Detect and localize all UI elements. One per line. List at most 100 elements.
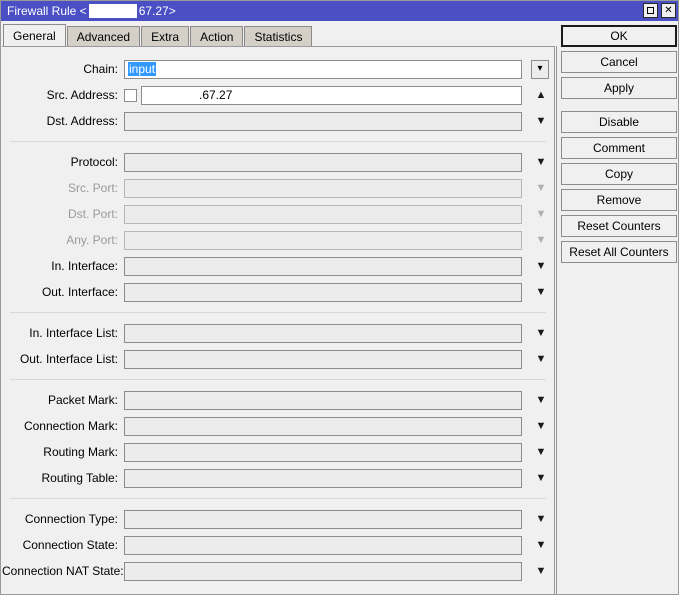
field-row-routing-table: Routing Table: ▼ <box>2 465 554 491</box>
input-chain[interactable]: input <box>124 59 522 79</box>
input-src-port <box>124 178 522 198</box>
label-dst-address: Dst. Address: <box>46 114 118 128</box>
reset-counters-button[interactable]: Reset Counters <box>561 215 677 237</box>
chevron-down-icon[interactable]: ▼ <box>533 286 549 298</box>
window-title-prefix: Firewall Rule < <box>7 4 87 18</box>
chevron-down-icon: ▼ <box>535 233 547 246</box>
field-row-dst-port: Dst. Port: ▼ <box>2 201 554 227</box>
chevron-down-icon[interactable]: ▼ <box>533 353 549 365</box>
input-src-address[interactable]: .67.27 <box>141 85 522 105</box>
input-connection-nat-state[interactable] <box>124 561 522 581</box>
chevron-down-icon: ▼ <box>535 181 547 194</box>
chevron-up-icon[interactable]: ▲ <box>533 89 549 101</box>
field-group-separator <box>10 498 546 499</box>
label-src-port: Src. Port: <box>67 181 118 195</box>
tab-general[interactable]: General <box>3 24 66 47</box>
input-out-interface-list[interactable] <box>124 349 522 369</box>
input-dst-port <box>124 204 522 224</box>
label-protocol: Protocol: <box>70 155 118 169</box>
chevron-down-icon[interactable]: ▼ <box>533 539 549 551</box>
input-protocol[interactable] <box>124 152 522 172</box>
input-connection-type[interactable] <box>124 509 522 529</box>
field-row-connection-state: Connection State: ▼ <box>2 532 554 558</box>
label-packet-mark: Packet Mark: <box>47 393 118 407</box>
field-row-in-interface: In. Interface: ▼ <box>2 253 554 279</box>
label-connection-type: Connection Type: <box>24 512 118 526</box>
copy-button[interactable]: Copy <box>561 163 677 185</box>
remove-button[interactable]: Remove <box>561 189 677 211</box>
input-packet-mark[interactable] <box>124 390 522 410</box>
disable-button[interactable]: Disable <box>561 111 677 133</box>
chevron-down-icon[interactable]: ▼ <box>533 394 549 406</box>
chevron-down-icon[interactable]: ▼ <box>533 565 549 577</box>
label-in-interface: In. Interface: <box>51 259 118 273</box>
input-any-port <box>124 230 522 250</box>
field-row-protocol: Protocol: ▼ <box>2 149 554 175</box>
redacted-address-prefix <box>145 88 199 102</box>
reset-all-counters-button[interactable]: Reset All Counters <box>561 241 677 263</box>
title-bar[interactable]: Firewall Rule < 67.27> ✕ <box>1 1 678 21</box>
chevron-down-icon[interactable]: ▼ <box>533 260 549 272</box>
label-connection-state: Connection State: <box>22 538 118 552</box>
chevron-down-icon[interactable]: ▼ <box>533 513 549 525</box>
input-connection-state[interactable] <box>124 535 522 555</box>
field-row-routing-mark: Routing Mark: ▼ <box>2 439 554 465</box>
field-row-chain: Chain: input ▾ <box>2 56 554 82</box>
label-routing-table: Routing Table: <box>41 471 119 485</box>
ok-button[interactable]: OK <box>561 25 677 47</box>
chevron-down-icon[interactable]: ▼ <box>533 156 549 168</box>
tab-action[interactable]: Action <box>190 26 244 47</box>
chevron-down-icon[interactable]: ▼ <box>533 420 549 432</box>
value-chain: input <box>128 62 157 76</box>
input-connection-mark[interactable] <box>124 416 522 436</box>
label-dst-port: Dst. Port: <box>67 207 118 221</box>
input-dst-address[interactable] <box>124 111 522 131</box>
field-row-connection-mark: Connection Mark: ▼ <box>2 413 554 439</box>
chevron-down-icon[interactable]: ▼ <box>533 115 549 127</box>
field-group-separator <box>10 141 546 142</box>
field-row-out-interface: Out. Interface: ▼ <box>2 279 554 305</box>
label-connection-mark: Connection Mark: <box>23 419 118 433</box>
label-any-port: Any. Port: <box>66 233 118 247</box>
label-connection-nat-state: Connection NAT State: <box>2 564 124 578</box>
close-icon: ✕ <box>664 4 673 16</box>
button-group-spacer <box>561 103 677 111</box>
checkbox-src-address[interactable] <box>124 88 137 102</box>
apply-button[interactable]: Apply <box>561 77 677 99</box>
tab-advanced[interactable]: Advanced <box>66 26 141 47</box>
input-routing-table[interactable] <box>124 468 522 488</box>
label-in-interface-list: In. Interface List: <box>29 326 118 340</box>
label-src-address: Src. Address: <box>46 88 118 102</box>
close-button[interactable]: ✕ <box>661 3 676 18</box>
input-routing-mark[interactable] <box>124 442 522 462</box>
chevron-down-icon: ▼ <box>535 207 547 220</box>
input-in-interface-list[interactable] <box>124 323 522 343</box>
window-title: Firewall Rule < 67.27> <box>7 1 176 21</box>
field-group-separator <box>10 312 546 313</box>
tab-extra[interactable]: Extra <box>141 26 190 47</box>
window-title-suffix: 67.27> <box>138 4 176 18</box>
redacted-title-segment <box>88 4 137 18</box>
label-out-interface: Out. Interface: <box>41 285 118 299</box>
window-controls: ✕ <box>643 3 676 18</box>
general-tab-panel: Chain: input ▾ Src. Address: .67.27 ▲ Dst. Add… <box>2 46 555 594</box>
comment-button[interactable]: Comment <box>561 137 677 159</box>
field-row-src-address: Src. Address: .67.27 ▲ <box>2 82 554 108</box>
maximize-icon <box>647 7 654 14</box>
panel-divider <box>556 46 557 594</box>
input-out-interface[interactable] <box>124 282 522 302</box>
field-row-any-port: Any. Port: ▼ <box>2 227 554 253</box>
input-in-interface[interactable] <box>124 256 522 276</box>
tab-statistics[interactable]: Statistics <box>244 26 313 47</box>
field-group-separator <box>10 379 546 380</box>
label-chain: Chain: <box>83 62 118 76</box>
maximize-button[interactable] <box>643 3 658 18</box>
chevron-down-icon[interactable]: ▼ <box>533 327 549 339</box>
field-row-dst-address: Dst. Address: ▼ <box>2 108 554 134</box>
field-row-packet-mark: Packet Mark: ▼ <box>2 387 554 413</box>
label-out-interface-list: Out. Interface List: <box>19 352 118 366</box>
chevron-down-icon[interactable]: ▾ <box>531 59 549 79</box>
chevron-down-icon[interactable]: ▼ <box>533 446 549 458</box>
cancel-button[interactable]: Cancel <box>561 51 677 73</box>
chevron-down-icon[interactable]: ▼ <box>533 472 549 484</box>
